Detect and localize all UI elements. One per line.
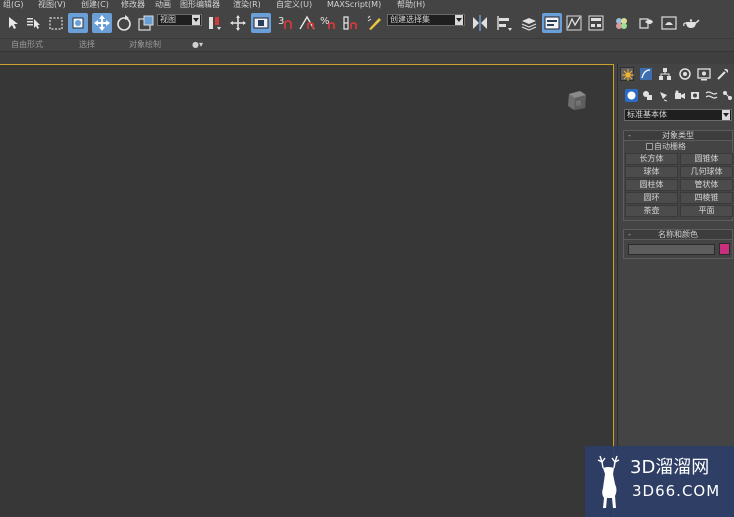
autogrid-row: 自动栅格 bbox=[624, 141, 732, 152]
select-and-move-icon[interactable] bbox=[92, 13, 112, 33]
pyramid-button[interactable]: 四棱锥 bbox=[680, 192, 733, 204]
name-color-rollout: - 名称和颜色 bbox=[623, 229, 733, 259]
ribbon-tab-freeform[interactable]: 自由形式 bbox=[11, 40, 43, 50]
select-by-name-icon[interactable] bbox=[24, 13, 44, 33]
svg-text:%: % bbox=[320, 16, 330, 27]
curve-editor-icon[interactable] bbox=[564, 13, 584, 33]
plane-button[interactable]: 平面 bbox=[680, 205, 733, 217]
object-type-title: 对象类型 bbox=[662, 131, 694, 140]
chevron-down-icon bbox=[722, 110, 730, 120]
object-type-header[interactable]: - 对象类型 bbox=[624, 131, 732, 141]
render-teapot-icon[interactable] bbox=[681, 13, 701, 33]
ribbon-options-icon[interactable]: ●▾ bbox=[192, 40, 203, 50]
material-editor-icon[interactable] bbox=[611, 13, 631, 33]
primitive-type-dropdown[interactable]: 标准基本体 bbox=[624, 109, 732, 121]
main-toolbar: 视图 3 % 创建选择集 bbox=[0, 10, 734, 38]
select-manipulate-icon[interactable] bbox=[228, 13, 248, 33]
watermark-title: 3D溜溜网 bbox=[630, 457, 710, 478]
ribbon-tab-selection[interactable]: 选择 bbox=[79, 40, 95, 50]
watermark: 3D溜溜网 3D66.COM bbox=[585, 446, 734, 517]
chevron-down-icon bbox=[455, 15, 463, 25]
geometry-icon[interactable] bbox=[625, 89, 638, 102]
name-color-header[interactable]: - 名称和颜色 bbox=[624, 230, 732, 240]
menu-modifiers[interactable]: 修改器 bbox=[121, 0, 145, 10]
motion-tab-icon[interactable] bbox=[678, 67, 692, 81]
chevron-down-icon bbox=[192, 15, 200, 25]
angle-snap-icon[interactable] bbox=[297, 13, 317, 33]
create-tab-icon[interactable] bbox=[620, 67, 634, 81]
select-and-rotate-icon[interactable] bbox=[114, 13, 134, 33]
name-color-title: 名称和颜色 bbox=[658, 230, 698, 239]
cameras-icon[interactable] bbox=[673, 89, 686, 102]
display-tab-icon[interactable] bbox=[697, 67, 711, 81]
object-color-swatch[interactable] bbox=[719, 243, 730, 255]
torus-button[interactable]: 圆环 bbox=[625, 192, 678, 204]
viewport[interactable] bbox=[0, 64, 614, 517]
align-icon[interactable] bbox=[494, 13, 514, 33]
svg-text:3: 3 bbox=[278, 16, 284, 27]
menu-rendering[interactable]: 渲染(R) bbox=[233, 0, 261, 10]
named-selection-value: 创建选择集 bbox=[390, 15, 430, 24]
ribbon-bar: 自由形式 选择 对象绘制 ●▾ bbox=[0, 38, 734, 51]
modify-tab-icon[interactable] bbox=[639, 67, 653, 81]
menu-views[interactable]: 视图(V) bbox=[38, 0, 66, 10]
pivot-center-icon[interactable] bbox=[205, 13, 225, 33]
object-name-field[interactable] bbox=[628, 244, 715, 255]
menu-group[interactable]: 组(G) bbox=[3, 0, 23, 10]
watermark-url: 3D66.COM bbox=[632, 482, 721, 500]
object-type-rollout: - 对象类型 自动栅格 长方体 圆锥体 球体 几何球体 圆柱体 管状体 圆环 四… bbox=[623, 130, 733, 221]
cylinder-button[interactable]: 圆柱体 bbox=[625, 179, 678, 191]
window-crossing-icon[interactable] bbox=[68, 13, 88, 33]
ribbon-strip bbox=[0, 51, 734, 64]
render-setup-icon[interactable] bbox=[636, 13, 656, 33]
rendered-frame-window-icon[interactable] bbox=[659, 13, 679, 33]
menu-maxscript[interactable]: MAXScript(M) bbox=[327, 0, 381, 10]
menu-create[interactable]: 创建(C) bbox=[81, 0, 109, 10]
menu-customize[interactable]: 自定义(U) bbox=[276, 0, 312, 10]
menu-help[interactable]: 帮助(H) bbox=[397, 0, 425, 10]
space-warps-icon[interactable] bbox=[705, 89, 718, 102]
viewcube-icon[interactable]: 前 bbox=[566, 88, 588, 112]
reference-coordinate-value: 视图 bbox=[160, 15, 176, 24]
scene-explorer-icon[interactable] bbox=[542, 13, 562, 33]
cone-button[interactable]: 圆锥体 bbox=[680, 153, 733, 165]
box-button[interactable]: 长方体 bbox=[625, 153, 678, 165]
lights-icon[interactable] bbox=[657, 89, 670, 102]
svg-text:前: 前 bbox=[576, 100, 581, 107]
menu-graph-editors[interactable]: 图形编辑器 bbox=[180, 0, 220, 10]
percent-snap-icon[interactable]: % bbox=[319, 13, 339, 33]
layer-manager-icon[interactable] bbox=[519, 13, 539, 33]
keyboard-shortcut-icon[interactable] bbox=[251, 13, 271, 33]
utilities-tab-icon[interactable] bbox=[716, 67, 730, 81]
autogrid-label: 自动栅格 bbox=[654, 142, 686, 151]
mirror-icon[interactable] bbox=[470, 13, 490, 33]
snaps-toggle-icon[interactable]: 3 bbox=[275, 13, 295, 33]
sphere-button[interactable]: 球体 bbox=[625, 166, 678, 178]
collapse-icon: - bbox=[628, 230, 631, 239]
tube-button[interactable]: 管状体 bbox=[680, 179, 733, 191]
name-row bbox=[624, 240, 732, 258]
object-type-buttons: 长方体 圆锥体 球体 几何球体 圆柱体 管状体 圆环 四棱锥 茶壶 平面 bbox=[624, 152, 733, 220]
schematic-view-icon[interactable] bbox=[586, 13, 606, 33]
collapse-icon: - bbox=[628, 131, 631, 140]
ribbon-tab-object-paint[interactable]: 对象绘制 bbox=[129, 40, 161, 50]
rectangular-selection-icon[interactable] bbox=[46, 13, 66, 33]
systems-icon[interactable] bbox=[721, 89, 734, 102]
reference-coordinate-dropdown[interactable]: 视图 bbox=[157, 14, 202, 26]
select-object-icon[interactable] bbox=[2, 13, 22, 33]
teapot-button[interactable]: 茶壶 bbox=[625, 205, 678, 217]
menu-animation[interactable]: 动画 bbox=[155, 0, 171, 10]
geosphere-button[interactable]: 几何球体 bbox=[680, 166, 733, 178]
spinner-snap-icon[interactable] bbox=[341, 13, 361, 33]
menu-bar: 组(G) 视图(V) 创建(C) 修改器 动画 图形编辑器 渲染(R) 自定义(… bbox=[0, 0, 734, 10]
primitive-type-value: 标准基本体 bbox=[627, 110, 667, 119]
hierarchy-tab-icon[interactable] bbox=[658, 67, 672, 81]
scale-icon[interactable] bbox=[136, 13, 156, 33]
named-selection-dropdown[interactable]: 创建选择集 bbox=[387, 14, 465, 26]
edit-named-selection-icon[interactable] bbox=[365, 13, 385, 33]
helpers-icon[interactable] bbox=[689, 89, 702, 102]
deer-logo bbox=[597, 455, 620, 508]
shapes-icon[interactable] bbox=[641, 89, 654, 102]
autogrid-checkbox[interactable] bbox=[646, 143, 653, 150]
